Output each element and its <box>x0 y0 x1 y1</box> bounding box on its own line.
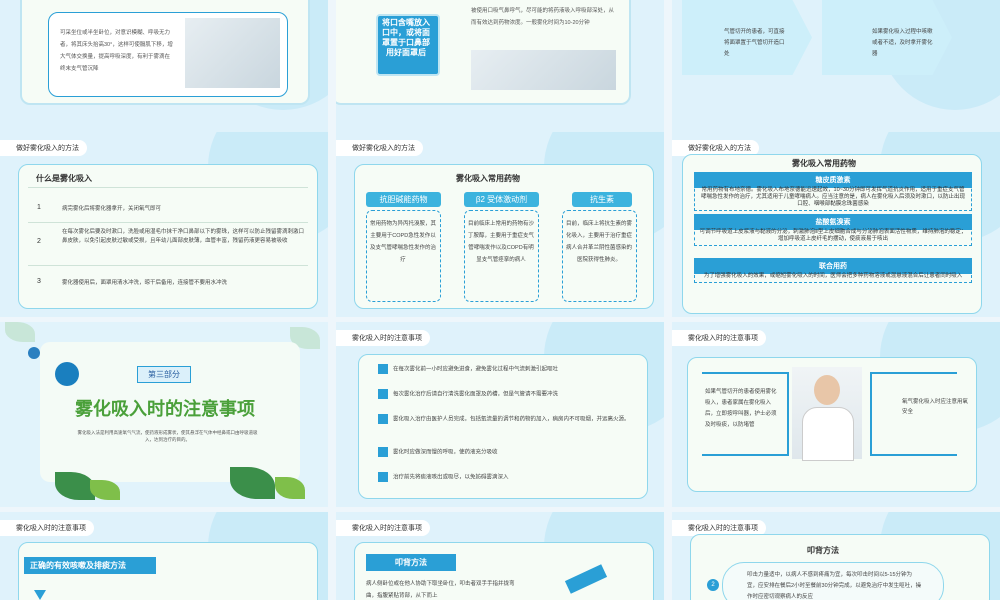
callout-text: 将口含嘴放入口中，或将面罩置于口鼻部用好面罩后 <box>382 18 430 57</box>
item-text: 病完雾化后将雾化器拿开，关闭氧气即可 <box>62 206 162 212</box>
list-item: 每次雾化治疗后请自行清洗雾化面罩及药槽，但是气管请不需要冲洗 <box>378 389 638 399</box>
item-text: 在每次雾化后要及时漱口，洗脸或用湿毛巾抹干净口鼻部以下的雾珠，这样可以防止残留雾… <box>62 229 305 244</box>
breadcrumb: 雾化吸入时的注意事项 <box>672 330 766 346</box>
body-text: 被使用口吸气鼻呼气，尽可能的将药液吸入呼吸部深处，从而有效达到药物浓度。一般雾化… <box>471 8 615 26</box>
section-text: 常用药物有布地奈德。雾化吸入布地奈德能迅速起效，10~30分钟即可发挥气道抗炎作… <box>694 184 972 211</box>
decor-circle <box>28 347 40 359</box>
body-text: 叩击力量适中，以病人不感到疼痛为宜，每次叩击时间以5-15分钟为宜，应安排在餐后… <box>747 572 922 600</box>
slide-thumb-11[interactable]: 雾化吸入时的注意事项 叩背方法 病人侧卧位或在他人协助下取坐卧位，叩击者双手手指… <box>336 512 664 600</box>
nurse-coat <box>802 407 854 461</box>
list-item: 雾化吸入治疗由医护人员完成，包括氧流量的调节和药物的加入，病房内不可吸烟，并远离… <box>378 414 638 424</box>
bullet-square-icon <box>378 447 388 457</box>
list-item: 治疗前先将痰液咳出或吸尽，以免妨碍雾滴深入 <box>378 472 638 482</box>
item-text: 雾化器使用后，面罩用清水冲洗，晾干后备用，连接管不要用水冲洗 <box>62 280 228 286</box>
breadcrumb: 雾化吸入时的注意事项 <box>336 330 430 346</box>
breadcrumb: 做好雾化吸入的方法 <box>336 140 423 156</box>
slide-thumb-9[interactable]: 雾化吸入时的注意事项 如果气管切开的患者使用雾化吸入，患者家属在雾化吸入后，立即… <box>672 322 1000 507</box>
body-text: 病人侧卧位或在他人协助下取坐卧位，叩击者双手手指并拢弯曲，指腹紧贴背部，从下而上 <box>366 581 515 599</box>
drug-text: 常用药物为异丙托溴胺，其主要用于COPD急性发作以及支气管哮喘急性发作的治疗 <box>369 221 436 263</box>
slide-title: 什么是雾化吸入 <box>36 174 92 183</box>
drug-category-pill: β2 受体激动剂 <box>464 192 539 207</box>
list-item-text: 雾化吸入治疗由医护人员完成，包括氧流量的调节和药物的加入，病房内不可吸烟，并远离… <box>393 416 630 423</box>
section-badge: 第三部分 <box>137 366 191 383</box>
list-item: 雾化时应做深而慢的呼吸，使药液充分吸收 <box>378 447 638 457</box>
drug-text: 目前，临床上将抗生素的雾化吸入，主要用于治疗重症病人合并革兰阴性菌感染的医院获得… <box>565 221 632 263</box>
right-text: 氧气雾化吸入时应注意用氧安全 <box>902 399 969 415</box>
slide-title: 雾化吸入常用药物 <box>792 159 856 168</box>
section-subtitle: 雾化吸入法是利用高速氧气气流，使药液形成雾状，使其悬浮在气体中经鼻或口由呼吸道吸… <box>77 430 258 442</box>
section-text: 为了增强雾化吸入的效果，或缩短雾化吸入的时间，医师会把多种药物溶液或混悬液混合后… <box>694 270 972 283</box>
slide-title: 雾化吸入常用药物 <box>456 174 520 183</box>
list-item-text: 每次雾化治疗后请自行清洗雾化面罩及药槽，但是气管请不需要冲洗 <box>393 391 559 398</box>
list-item-text: 雾化时应做深而慢的呼吸，使药液充分吸收 <box>393 449 498 456</box>
arrow-down-icon <box>34 590 46 600</box>
breadcrumb: 做好雾化吸入的方法 <box>0 140 87 156</box>
slide-thumb-6[interactable]: 做好雾化吸入的方法 雾化吸入常用药物 糖皮质激素 常用药物有布地奈德。雾化吸入布… <box>672 132 1000 317</box>
bullet-square-icon <box>378 414 388 424</box>
slide-thumb-5[interactable]: 做好雾化吸入的方法 雾化吸入常用药物 抗胆碱能药物 β2 受体激动剂 抗生素 常… <box>336 132 664 317</box>
breadcrumb: 雾化吸入时的注意事项 <box>336 520 430 536</box>
list-item-text: 治疗前先将痰液咳出或吸尽，以免妨碍雾滴深入 <box>393 474 509 481</box>
banner: 叩背方法 <box>366 554 456 571</box>
bullet-square-icon <box>378 364 388 374</box>
slide-thumb-7[interactable]: 第三部分 雾化吸入时的注意事项 雾化吸入法是利用高速氧气气流，使药液形成雾状，使… <box>0 322 328 507</box>
photo-clinic-room <box>471 50 616 90</box>
photo-nurse <box>792 367 862 461</box>
photo-hands-laptop <box>185 18 280 88</box>
divider <box>28 265 308 266</box>
banner: 正确的有效咳嗽及排痰方法 <box>24 557 156 574</box>
step-number: 2 <box>707 579 719 591</box>
section-title: 雾化吸入时的注意事项 <box>75 399 255 419</box>
divider <box>28 187 308 188</box>
item-number: 1 <box>37 204 41 211</box>
slide-thumb-4[interactable]: 做好雾化吸入的方法 什么是雾化吸入 1 病完雾化后将雾化器拿开，关闭氧气即可 2… <box>0 132 328 317</box>
list-item: 在每次雾化前一小时应避免进食，避免雾化过程中气流刺激引起呕吐 <box>378 364 638 374</box>
slide-thumb-8[interactable]: 雾化吸入时的注意事项 在每次雾化前一小时应避免进食，避免雾化过程中气流刺激引起呕… <box>336 322 664 507</box>
slide-title: 叩背方法 <box>807 546 839 555</box>
list-item-text: 在每次雾化前一小时应避免进食，避免雾化过程中气流刺激引起呕吐 <box>393 366 559 373</box>
item-number: 2 <box>37 238 41 245</box>
slide-thumb-12[interactable]: 雾化吸入时的注意事项 叩背方法 2 叩击力量适中，以病人不感到疼痛为宜，每次叩击… <box>672 512 1000 600</box>
drug-text: 目前临床上常用的药物有沙丁胺醇，主要用于重症支气管哮喘发作以及COPD有明显支气… <box>467 221 534 263</box>
breadcrumb: 雾化吸入时的注意事项 <box>0 520 94 536</box>
right-text: 如果雾化吸入过程中咳嗽或者不适，及时拿开雾化器 <box>872 29 933 57</box>
divider <box>28 222 308 223</box>
item-number: 3 <box>37 278 41 285</box>
drug-category-pill: 抗生素 <box>572 192 632 207</box>
slide-thumb-10[interactable]: 雾化吸入时的注意事项 正确的有效咳嗽及排痰方法 <box>0 512 328 600</box>
section-text: 可调节呼吸道上皮浆液与黏液的分泌，刺激肺泡Ⅱ型上皮细胞合成与分泌肺泡表面活性物质… <box>694 226 972 246</box>
bullet-square-icon <box>378 389 388 399</box>
leaf-decor <box>275 477 305 499</box>
body-text: 可采坐位或半坐卧位，对意识模糊、呼吸无力者，将其床头抬高30°，这样可使膈肌下移… <box>60 30 173 72</box>
section-circle <box>55 362 79 386</box>
drug-category-pill: 抗胆碱能药物 <box>366 192 441 207</box>
left-text: 如果气管切开的患者使用雾化吸入，患者家属在雾化吸入后，立即按呼叫器，护士必须及时… <box>705 389 777 428</box>
left-text: 气管切开的患者，可直接将面罩置于气管切开造口处 <box>724 29 785 57</box>
nurse-face <box>814 375 840 405</box>
bullet-square-icon <box>378 472 388 482</box>
leaf-decor <box>5 322 35 342</box>
